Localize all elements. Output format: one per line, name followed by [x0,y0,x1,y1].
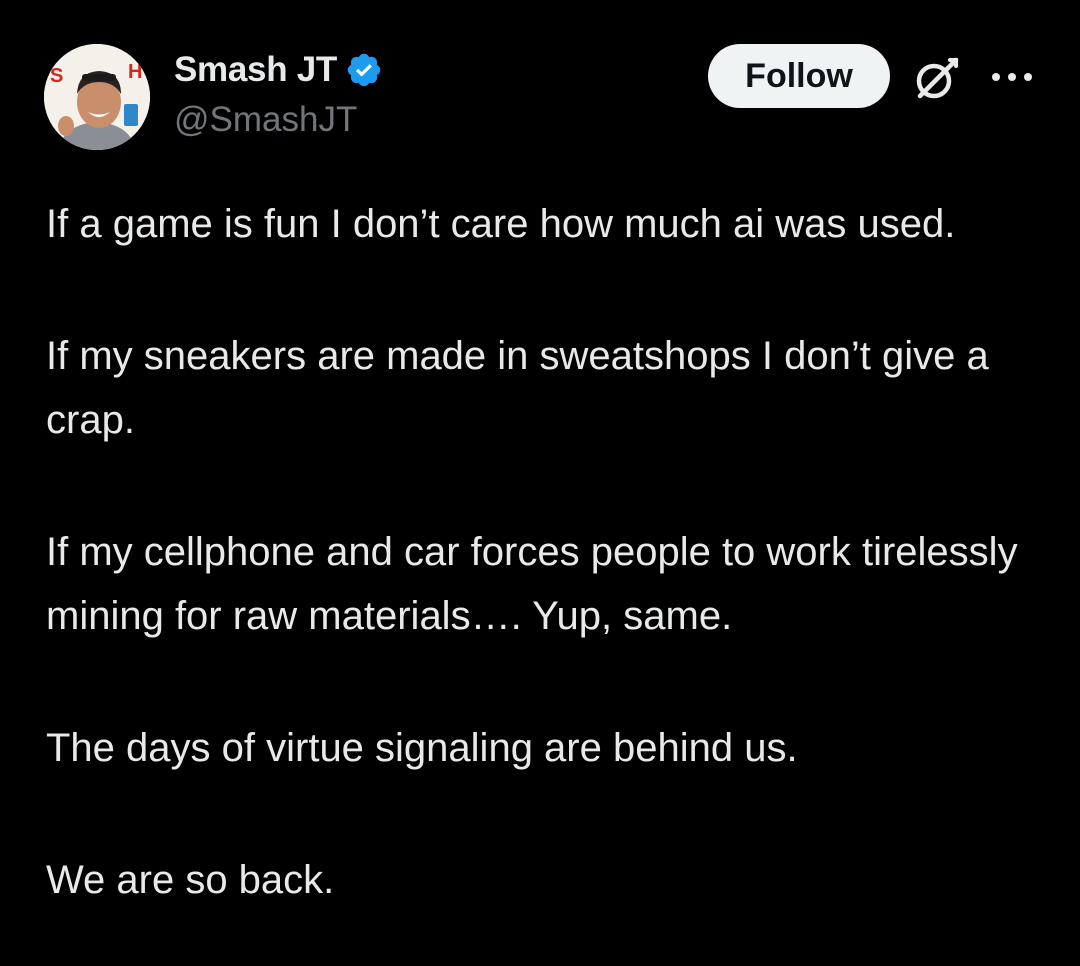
name-row: Smash JT [174,48,383,92]
tweet-paragraph: If my cellphone and car forces people to… [46,530,1018,638]
tweet-paragraph: We are so back. [46,858,335,902]
avatar-image: S H [44,44,150,150]
tweet-paragraph: If a game is fun I don’t care how much a… [46,202,956,246]
tweet-paragraph: If my sneakers are made in sweatshops I … [46,334,989,442]
tweet-header: S H Smash JT @SmashJT Follow [0,0,1080,160]
avatar-logo-right: H [128,61,142,83]
verified-badge-icon [345,51,383,89]
tweet-paragraph: The days of virtue signaling are behind … [46,726,798,770]
avatar-logo-left: S [50,65,63,87]
more-options-icon[interactable] [988,62,1036,92]
avatar[interactable]: S H [44,44,150,150]
follow-button[interactable]: Follow [708,44,890,108]
display-name[interactable]: Smash JT [174,50,337,90]
tweet-text: If a game is fun I don’t care how much a… [46,192,1046,912]
user-handle[interactable]: @SmashJT [174,100,357,140]
grok-icon[interactable] [910,52,962,104]
